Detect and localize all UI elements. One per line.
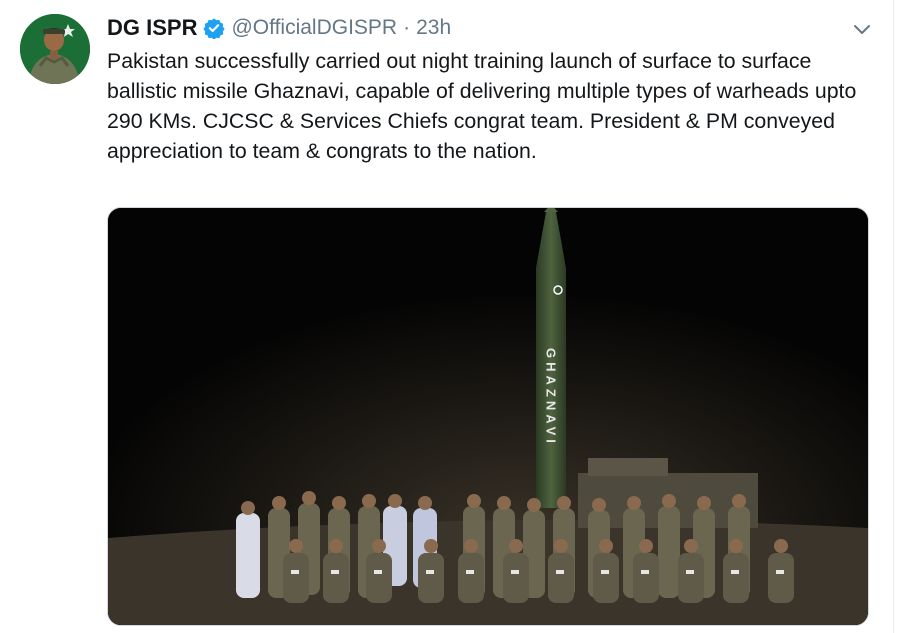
tweet-header: DG ISPR @OfficialDGISPR · 23h xyxy=(107,14,451,42)
avatar[interactable] xyxy=(20,14,90,84)
missile-marking: GHAZNAVI xyxy=(544,348,559,447)
chevron-down-icon[interactable] xyxy=(850,18,874,42)
author-handle[interactable]: @OfficialDGISPR xyxy=(231,16,397,40)
tweet-timestamp[interactable]: 23h xyxy=(416,16,451,40)
tweet-media-image[interactable]: GHAZNAVI xyxy=(107,207,869,626)
tweet-text: Pakistan successfully carried out night … xyxy=(107,49,857,163)
author-name[interactable]: DG ISPR xyxy=(107,15,197,41)
timeline-border xyxy=(893,0,894,633)
verified-badge-icon xyxy=(203,17,226,40)
separator-dot: · xyxy=(403,16,411,39)
